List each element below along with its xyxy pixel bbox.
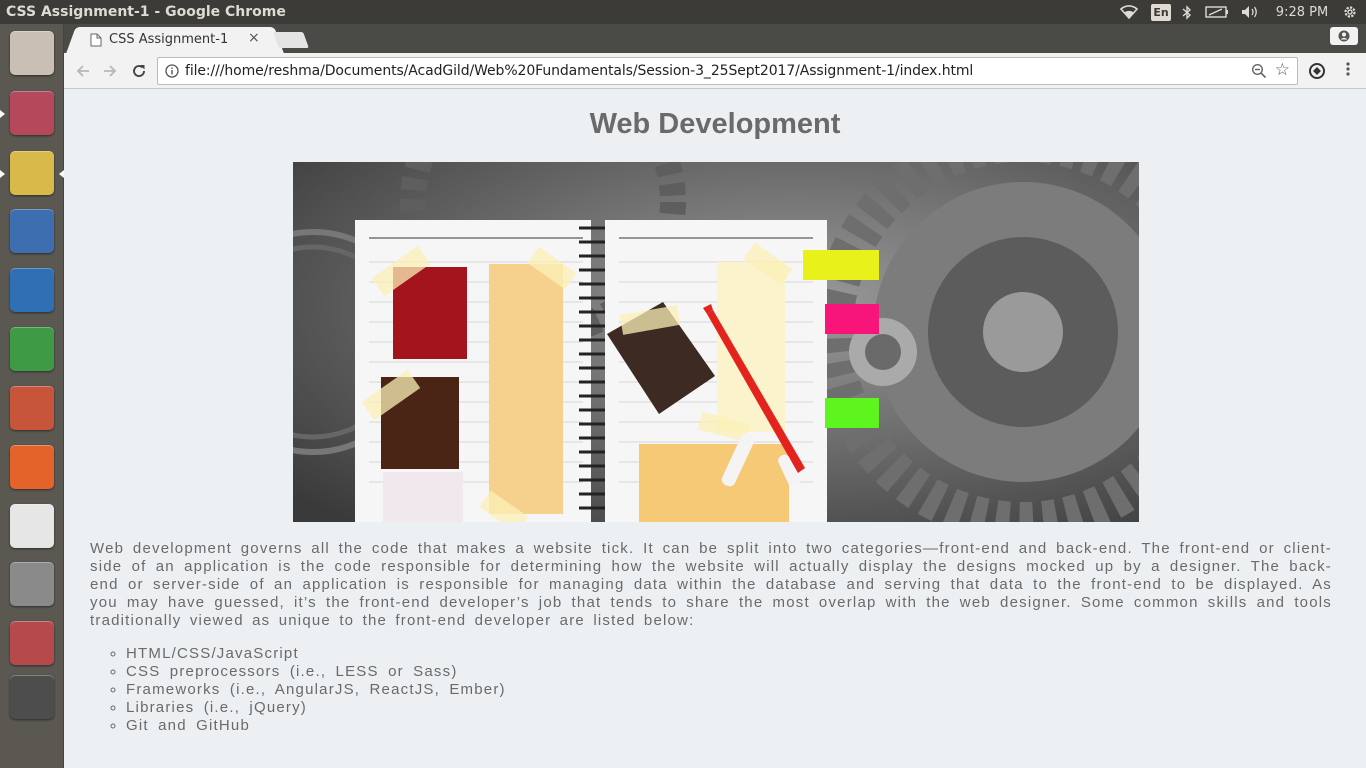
- arrow-left-icon: [76, 65, 89, 77]
- tab-strip: CSS Assignment-1 ×: [64, 24, 1366, 53]
- page-content: Web Development Web development governs …: [64, 90, 1366, 768]
- volume-icon[interactable]: [1240, 3, 1262, 21]
- kebab-menu-icon: [1346, 62, 1350, 76]
- extension-icon[interactable]: [1308, 62, 1326, 80]
- libreoffice-writer-icon: [10, 268, 54, 312]
- new-tab-button[interactable]: [273, 32, 309, 48]
- launcher-libreoffice-writer[interactable]: [7, 265, 57, 315]
- running-indicator: [0, 110, 5, 118]
- intro-paragraph: Web development governs all the code tha…: [90, 540, 1332, 629]
- launcher-sublime-text[interactable]: [7, 672, 57, 722]
- url-text[interactable]: file:///home/reshma/Documents/AcadGild/W…: [185, 63, 973, 79]
- chrome-menu-button[interactable]: [1340, 61, 1356, 81]
- browser-window: CSS Assignment-1 × file:///home/reshma/D…: [64, 24, 1366, 768]
- list-item: Libraries (i.e., jQuery): [126, 699, 506, 717]
- launcher: [0, 24, 64, 768]
- ubuntu-dash-icon: [10, 31, 54, 75]
- libreoffice-calc-icon: [10, 327, 54, 371]
- profile-icon: [1338, 30, 1350, 42]
- launcher-libreoffice-impress[interactable]: [7, 383, 57, 433]
- address-bar[interactable]: file:///home/reshma/Documents/AcadGild/W…: [157, 57, 1298, 85]
- running-indicator: [0, 170, 5, 178]
- launcher-google-chrome[interactable]: [0, 148, 64, 198]
- wifi-icon[interactable]: [1118, 3, 1140, 21]
- tab-close-button[interactable]: ×: [248, 30, 260, 46]
- list-item: HTML/CSS/JavaScript: [126, 645, 506, 663]
- firefox-icon: [10, 209, 54, 253]
- google-chrome-icon: [10, 151, 54, 195]
- battery-icon[interactable]: [1204, 3, 1230, 21]
- system-settings-icon: [10, 562, 54, 606]
- notebook-gears-image: [293, 162, 1139, 522]
- info-icon[interactable]: [165, 64, 179, 78]
- reload-icon: [133, 65, 145, 77]
- tab-css-assignment[interactable]: CSS Assignment-1 ×: [80, 27, 270, 53]
- libreoffice-impress-icon: [10, 386, 54, 430]
- launcher-ubuntu-dash[interactable]: [7, 28, 57, 78]
- list-item: CSS preprocessors (i.e., LESS or Sass): [126, 663, 506, 681]
- bookmark-star-icon[interactable]: ☆: [1275, 60, 1290, 80]
- clock[interactable]: 9:28 PM: [1274, 3, 1330, 21]
- tab-title: CSS Assignment-1: [109, 32, 229, 47]
- amazon-icon: [10, 504, 54, 548]
- profile-button[interactable]: [1330, 27, 1358, 45]
- keyboard-language-indicator[interactable]: En: [1151, 4, 1171, 21]
- page-title: Web Development: [589, 108, 841, 140]
- forward-button[interactable]: [98, 59, 122, 83]
- top-panel: CSS Assignment-1 - Google Chrome En 9:28…: [0, 0, 1366, 24]
- window-title: CSS Assignment-1 - Google Chrome: [6, 4, 286, 20]
- launcher-ubuntu-software[interactable]: [7, 442, 57, 492]
- sublime-text-icon: [10, 675, 54, 719]
- browser-toolbar: file:///home/reshma/Documents/AcadGild/W…: [64, 53, 1366, 89]
- zoom-icon[interactable]: [1251, 63, 1267, 79]
- reload-button[interactable]: [127, 59, 151, 83]
- launcher-system-settings[interactable]: [7, 559, 57, 609]
- page-icon: [90, 33, 102, 47]
- bluetooth-icon[interactable]: [1180, 3, 1194, 21]
- launcher-files[interactable]: [0, 88, 57, 138]
- arrow-right-icon: [104, 65, 117, 77]
- list-item: Git and GitHub: [126, 717, 506, 735]
- skills-list: HTML/CSS/JavaScript CSS preprocessors (i…: [126, 645, 506, 735]
- launcher-libreoffice-calc[interactable]: [7, 324, 57, 374]
- list-item: Frameworks (i.e., AngularJS, ReactJS, Em…: [126, 681, 506, 699]
- launcher-firefox[interactable]: [7, 206, 57, 256]
- launcher-amazon[interactable]: [7, 501, 57, 551]
- back-button[interactable]: [71, 59, 95, 83]
- ubuntu-software-icon: [10, 445, 54, 489]
- power-gear-icon[interactable]: [1340, 3, 1360, 21]
- launcher-text-editor[interactable]: [7, 618, 57, 668]
- text-editor-icon: [10, 621, 54, 665]
- files-icon: [10, 91, 54, 135]
- hero-image: [293, 162, 1139, 522]
